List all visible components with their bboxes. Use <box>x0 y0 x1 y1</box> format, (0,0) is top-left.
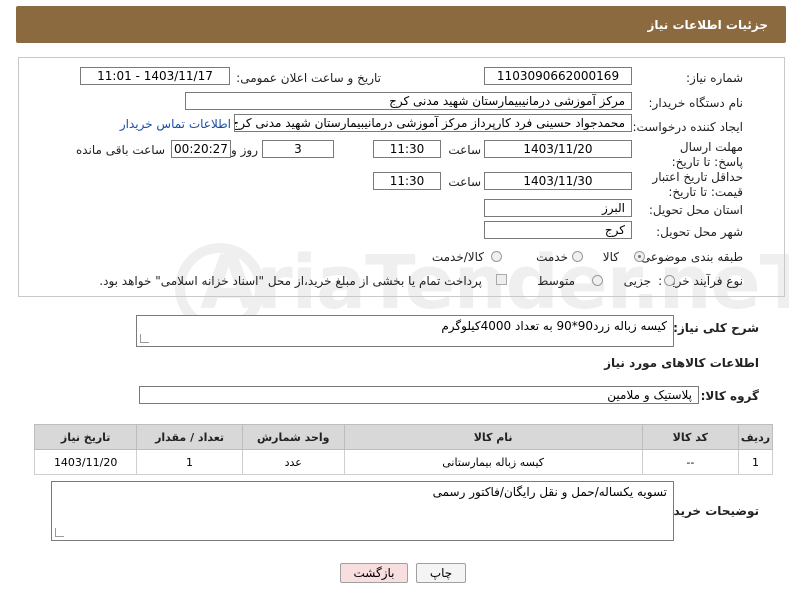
page-title: جزئیات اطلاعات نیاز <box>647 18 768 32</box>
purchase-medium-label: متوسط <box>537 274 575 288</box>
announce-date-label: تاریخ و ساعت اعلان عمومی: <box>236 71 381 85</box>
cell-index: 1 <box>738 449 773 475</box>
summary-textarea[interactable]: کیسه زباله زرد90*90 به تعداد 4000کیلوگرم <box>136 315 674 347</box>
cell-qty: 1 <box>136 449 243 475</box>
col-name: نام کالا <box>343 424 643 450</box>
treasury-payment-checkbox[interactable] <box>496 274 507 285</box>
deadline-time-label: ساعت <box>448 143 481 157</box>
col-date: تاریخ نیاز <box>33 424 138 450</box>
category-both-label: کالا/خدمت <box>431 250 484 264</box>
deadline-date-field[interactable]: 1403/11/20 <box>484 140 632 158</box>
purchase-medium-radio[interactable] <box>592 275 603 286</box>
col-unit: واحد شمارش <box>241 424 345 450</box>
back-button[interactable]: بازگشت <box>340 563 408 583</box>
province-field[interactable]: البرز <box>484 199 632 217</box>
category-service-radio[interactable] <box>572 251 583 262</box>
deadline-label: مهلت ارسال پاسخ: تا تاریخ: <box>671 140 743 169</box>
days-remaining-field[interactable]: 3 <box>262 140 334 158</box>
validity-time-label: ساعت <box>448 175 481 189</box>
col-qty: تعداد / مقدار <box>136 424 243 450</box>
category-goods-label: کالا <box>602 250 619 264</box>
announce-date-field[interactable]: 1403/11/17 - 11:01 <box>80 67 230 85</box>
need-number-label: شماره نیاز: <box>686 71 743 85</box>
resize-grip-icon[interactable] <box>55 528 64 537</box>
resize-grip-icon[interactable] <box>140 334 149 343</box>
purchase-minor-radio[interactable] <box>664 275 675 286</box>
category-label: طبقه بندی موضوعی: <box>636 250 743 264</box>
creator-field[interactable]: محمدجواد حسینی فرد کارپرداز مرکز آموزشی … <box>234 114 632 132</box>
goods-section-title: اطلاعات کالاهای مورد نیاز <box>604 356 759 370</box>
deadline-time-field[interactable]: 11:30 <box>373 140 441 158</box>
purchase-minor-label: جزیی <box>623 274 651 288</box>
buyer-notes-text: تسویه یکساله/حمل و نقل رایگان/فاکتور رسم… <box>432 485 667 499</box>
category-goods-radio[interactable] <box>634 251 645 262</box>
buyer-contact-link[interactable]: اطلاعات تماس خریدار <box>120 117 231 131</box>
summary-label: شرح کلی نیاز: <box>673 321 759 335</box>
goods-table: ردیف کد کالا نام کالا واحد شمارش تعداد /… <box>33 424 773 475</box>
buyer-org-label: نام دستگاه خریدار: <box>648 96 744 110</box>
city-label: شهر محل تحویل: <box>656 225 743 239</box>
cell-date: 1403/11/20 <box>33 449 138 475</box>
col-code: کد کالا <box>641 424 740 450</box>
remaining-time-label: ساعت باقی مانده <box>75 143 165 157</box>
buyer-notes-textarea[interactable]: تسویه یکساله/حمل و نقل رایگان/فاکتور رسم… <box>51 481 674 541</box>
goods-group-field[interactable]: پلاستیک و ملامین <box>139 386 699 404</box>
table-row[interactable]: 1 -- کیسه زباله بیمارستانی عدد 1 1403/11… <box>33 449 773 475</box>
category-both-radio[interactable] <box>491 251 502 262</box>
goods-table-header: ردیف کد کالا نام کالا واحد شمارش تعداد /… <box>33 424 773 450</box>
cell-unit: عدد <box>241 449 345 475</box>
province-label: استان محل تحویل: <box>648 203 743 217</box>
col-index: ردیف <box>738 424 773 450</box>
goods-group-label: گروه کالا: <box>700 389 759 403</box>
page-header: جزئیات اطلاعات نیاز <box>16 6 786 43</box>
validity-date-field[interactable]: 1403/11/30 <box>484 172 632 190</box>
days-label: روز و <box>231 143 258 157</box>
validity-time-field[interactable]: 11:30 <box>373 172 441 190</box>
need-number-field[interactable]: 1103090662000169 <box>484 67 632 85</box>
print-button[interactable]: چاپ <box>416 563 466 583</box>
summary-text: کیسه زباله زرد90*90 به تعداد 4000کیلوگرم <box>441 319 667 333</box>
buyer-org-field[interactable]: مرکز آموزشی درمانیبیمارستان شهید مدنی کر… <box>185 92 632 110</box>
cell-code: -- <box>641 449 740 475</box>
cell-name: کیسه زباله بیمارستانی <box>343 449 643 475</box>
category-service-label: خدمت <box>536 250 568 264</box>
creator-label: ایجاد کننده درخواست: <box>632 120 743 134</box>
remaining-time-field[interactable]: 00:20:27 <box>171 140 231 158</box>
city-field[interactable]: کرج <box>484 221 632 239</box>
treasury-payment-note: پرداخت تمام یا بخشی از مبلغ خرید،از محل … <box>99 274 482 288</box>
validity-label: حداقل تاریخ اعتبار قیمت: تا تاریخ: <box>652 170 743 199</box>
